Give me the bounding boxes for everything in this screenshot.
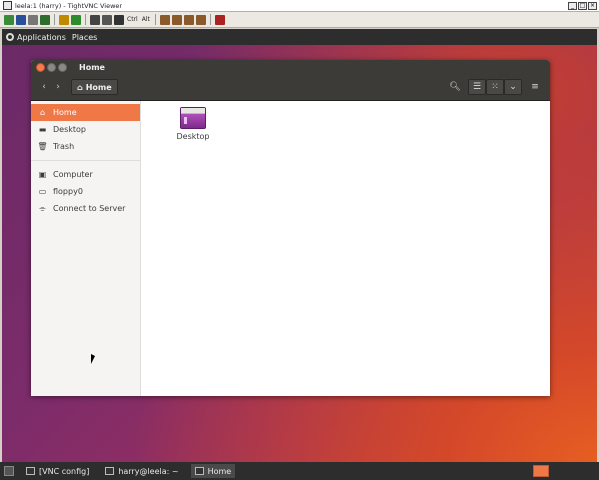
- gear-icon: [6, 33, 14, 41]
- maximize-button[interactable]: [58, 62, 67, 72]
- sidebar-separator: [31, 160, 140, 161]
- vnc-app-icon[interactable]: [3, 1, 12, 10]
- ctrl-alt-del-icon[interactable]: [114, 14, 124, 25]
- taskbar-item-label: [VNC config]: [39, 466, 90, 476]
- toolbar-separator: [209, 14, 211, 25]
- sidebar-item-desktop[interactable]: ▬ Desktop: [31, 121, 140, 138]
- sidebar-item-trash[interactable]: 🗑︎ Trash: [31, 138, 140, 155]
- window-icon: [26, 467, 35, 475]
- file-manager-body: ⌂ Home ▬ Desktop 🗑︎ Trash ▣ Computer ▭ f…: [31, 101, 550, 396]
- new-connection-icon[interactable]: [4, 14, 14, 25]
- sidebar-item-connect-to-server[interactable]: ⌯ Connect to Server: [31, 200, 140, 217]
- trash-icon: 🗑︎: [37, 142, 48, 151]
- places-menu[interactable]: Places: [72, 33, 97, 42]
- minimize-button[interactable]: _: [568, 1, 577, 10]
- mouse-cursor-icon: [91, 354, 95, 364]
- taskbar-item-terminal[interactable]: harry@leela: ~: [101, 464, 182, 478]
- alt-key-label[interactable]: Alt: [141, 16, 151, 23]
- back-button[interactable]: ‹: [37, 79, 51, 95]
- view-options-button[interactable]: ⌄: [504, 79, 522, 95]
- zoom-in-icon[interactable]: [159, 14, 170, 25]
- file-item-label: Desktop: [176, 132, 210, 141]
- bottom-taskbar: [VNC config] harry@leela: ~ Home: [0, 462, 599, 480]
- chevron-down-icon: ⌄: [509, 82, 517, 92]
- sidebar-item-label: Home: [53, 108, 77, 117]
- taskbar-item-label: harry@leela: ~: [118, 466, 179, 476]
- search-icon: 🔍︎: [449, 82, 461, 92]
- taskbar-item-label: Home: [207, 466, 232, 476]
- zoom-out-icon[interactable]: [171, 14, 182, 25]
- close-button[interactable]: ×: [588, 1, 597, 10]
- ctrl-key-label[interactable]: Ctrl: [126, 16, 139, 23]
- applications-menu[interactable]: Applications: [6, 33, 66, 42]
- grid-view-icon: ⁙: [491, 82, 499, 92]
- top-panel: Applications Places: [2, 29, 597, 45]
- places-sidebar: ⌂ Home ▬ Desktop 🗑︎ Trash ▣ Computer ▭ f…: [31, 101, 141, 396]
- hamburger-menu-icon: ≡: [531, 82, 539, 92]
- file-manager-toolbar: ‹ › ⌂ Home 🔍︎ ☰ ⁙ ⌄ ≡: [31, 74, 550, 101]
- remote-desktop[interactable]: Applications Places Home ‹ › ⌂ Home 🔍︎ ☰…: [2, 29, 597, 462]
- minimize-button[interactable]: [47, 62, 56, 72]
- grid-view-button[interactable]: ⁙: [486, 79, 504, 95]
- workspace-switcher-icon[interactable]: [533, 465, 549, 477]
- desktop-icon: ▬: [38, 125, 47, 134]
- taskbar-item-home[interactable]: Home: [190, 464, 236, 478]
- vnc-titlebar: leela:1 (harry) - TightVNC Viewer _ □ ×: [0, 0, 599, 12]
- home-icon: ⌂: [77, 82, 83, 92]
- floppy-icon: ▭: [38, 187, 47, 196]
- close-button[interactable]: [36, 62, 45, 72]
- options-icon[interactable]: [28, 14, 38, 25]
- folder-desktop-icon: [180, 107, 206, 129]
- search-button[interactable]: 🔍︎: [446, 79, 464, 95]
- applications-label: Applications: [17, 32, 66, 42]
- taskbar-item-vnc-config[interactable]: [VNC config]: [22, 464, 93, 478]
- vnc-toolbar: Ctrl Alt: [0, 12, 599, 28]
- home-icon: ⌂: [39, 108, 46, 117]
- list-view-button[interactable]: ☰: [468, 79, 486, 95]
- sidebar-item-home[interactable]: ⌂ Home: [31, 104, 140, 121]
- toolbar-separator: [54, 14, 55, 25]
- sidebar-item-label: floppy0: [53, 187, 83, 196]
- file-manager-titlebar[interactable]: Home: [31, 60, 550, 74]
- show-desktop-icon[interactable]: [4, 466, 14, 476]
- sidebar-item-label: Desktop: [53, 125, 86, 134]
- forward-button[interactable]: ›: [51, 79, 65, 95]
- menu-button[interactable]: ≡: [526, 79, 544, 95]
- sidebar-item-label: Computer: [53, 170, 93, 179]
- info-icon[interactable]: [40, 14, 50, 25]
- fullscreen-icon[interactable]: [214, 14, 225, 25]
- path-home-button[interactable]: ⌂ Home: [71, 79, 118, 95]
- vnc-window-title: leela:1 (harry) - TightVNC Viewer: [15, 1, 123, 10]
- window-title: Home: [79, 62, 105, 72]
- path-home-label: Home: [85, 82, 112, 92]
- view-mode-group: ☰ ⁙ ⌄: [468, 79, 522, 95]
- file-view[interactable]: Desktop: [141, 101, 550, 396]
- maximize-button[interactable]: □: [578, 1, 587, 10]
- save-icon[interactable]: [16, 14, 26, 25]
- terminal-icon: [105, 467, 115, 475]
- refresh-icon[interactable]: [71, 14, 81, 25]
- folder-icon: [194, 467, 204, 475]
- toolbar-separator: [85, 14, 86, 25]
- sidebar-item-computer[interactable]: ▣ Computer: [31, 166, 140, 183]
- file-transfer-icon[interactable]: [102, 14, 112, 25]
- pause-icon[interactable]: [59, 14, 69, 25]
- sidebar-item-floppy0[interactable]: ▭ floppy0: [31, 183, 140, 200]
- file-item-desktop[interactable]: Desktop: [175, 107, 211, 142]
- zoom-fit-icon[interactable]: [195, 14, 206, 25]
- server-icon: ⌯: [39, 203, 46, 213]
- toolbar-separator: [154, 14, 156, 25]
- sidebar-item-label: Connect to Server: [53, 204, 126, 213]
- file-manager-window: Home ‹ › ⌂ Home 🔍︎ ☰ ⁙ ⌄ ≡ ⌂ Home ▬ Desk…: [31, 60, 550, 396]
- places-label: Places: [71, 32, 98, 42]
- list-view-icon: ☰: [472, 82, 482, 92]
- transfer-icon[interactable]: [90, 14, 100, 25]
- sidebar-item-label: Trash: [53, 142, 75, 151]
- computer-icon: ▣: [38, 170, 47, 179]
- zoom-100-icon[interactable]: [183, 14, 194, 25]
